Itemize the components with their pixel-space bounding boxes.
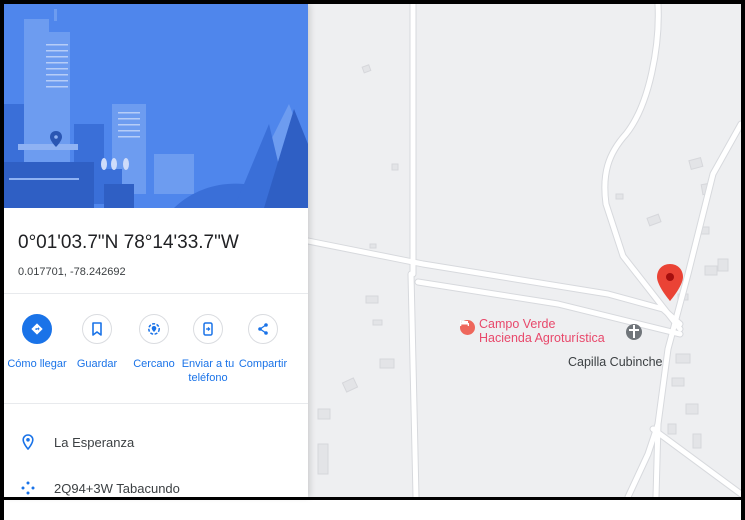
plus-code-icon bbox=[20, 480, 36, 496]
divider bbox=[4, 293, 308, 294]
bookmark-icon bbox=[82, 314, 112, 344]
directions-button[interactable]: Cómo llegar bbox=[5, 314, 69, 371]
place-info-panel: 0°01'03.7"N 78°14'33.7"W 0.017701, -78.2… bbox=[4, 4, 308, 497]
location-marker-icon bbox=[20, 434, 36, 450]
share-label: Compartir bbox=[238, 358, 288, 370]
road-network bbox=[308, 4, 741, 497]
share-button[interactable]: Compartir bbox=[231, 314, 295, 371]
frame-border-left bbox=[0, 0, 4, 520]
share-icon bbox=[248, 314, 278, 344]
directions-label: Cómo llegar bbox=[7, 358, 67, 370]
map-canvas[interactable]: Campo Verde Hacienda Agroturística Capil… bbox=[308, 4, 741, 497]
poi-label-campo-verde[interactable]: Campo Verde Hacienda Agroturística bbox=[479, 317, 605, 345]
save-button[interactable]: Guardar bbox=[65, 314, 129, 371]
chapel-label[interactable]: Capilla Cubinche bbox=[568, 355, 663, 369]
directions-icon bbox=[22, 314, 52, 344]
frame-border-right bbox=[741, 0, 745, 520]
save-label: Guardar bbox=[76, 358, 118, 370]
frame-border-bottom bbox=[0, 497, 745, 500]
locality-row[interactable]: La Esperanza bbox=[4, 427, 308, 457]
send-to-phone-icon bbox=[193, 314, 223, 344]
map-roads bbox=[308, 4, 741, 497]
chapel-marker bbox=[626, 324, 642, 340]
hotel-icon[interactable] bbox=[460, 320, 475, 335]
divider bbox=[4, 403, 308, 404]
poi-label-line1: Campo Verde bbox=[479, 317, 556, 331]
place-title: 0°01'03.7"N 78°14'33.7"W bbox=[18, 232, 239, 253]
city-illustration-icon bbox=[4, 4, 308, 208]
hero-illustration bbox=[4, 4, 308, 208]
poi-label-line2: Hacienda Agroturística bbox=[479, 331, 605, 345]
decimal-coordinates[interactable]: 0.017701, -78.242692 bbox=[18, 266, 126, 278]
plus-code-text: 2Q94+3W Tabacundo bbox=[54, 480, 180, 496]
plus-code-row[interactable]: 2Q94+3W Tabacundo bbox=[4, 473, 308, 497]
frame-border-top bbox=[0, 0, 745, 4]
locality-text: La Esperanza bbox=[54, 434, 135, 450]
nearby-icon bbox=[139, 314, 169, 344]
